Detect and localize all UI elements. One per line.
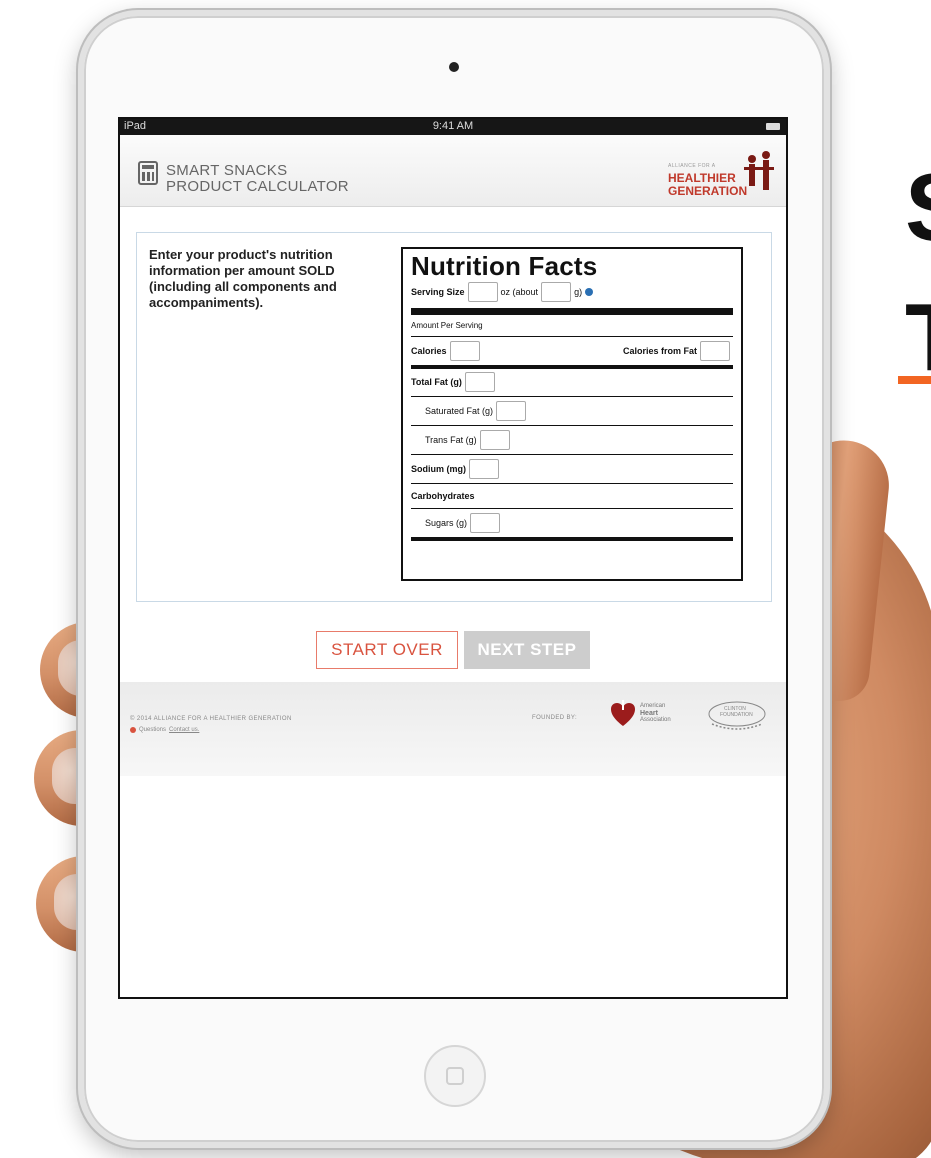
logo-line-2: GENERATION [668, 184, 748, 198]
copyright-text: © 2014 ALLIANCE FOR A HEALTHIER GENERATI… [130, 716, 292, 722]
calories-input[interactable] [449, 341, 480, 361]
action-buttons: START OVER NEXT STEP [120, 631, 786, 671]
nutrition-facts-panel: Nutrition Facts Serving Size oz (about g… [401, 247, 743, 581]
serving-size-row: Serving Size oz (about g) [411, 282, 733, 302]
calories-row: Calories Calories from Fat [411, 341, 733, 361]
divider [411, 396, 733, 397]
info-icon[interactable] [585, 288, 594, 296]
total-fat-input[interactable] [464, 372, 495, 392]
total-fat-label: Total Fat (g) [411, 377, 462, 387]
divider-medium [411, 365, 733, 369]
nutrition-facts-title: Nutrition Facts [411, 251, 598, 281]
serving-size-oz-input[interactable] [467, 282, 498, 302]
clinton-line-2: FOUNDATION [720, 712, 753, 718]
total-fat-row: Total Fat (g) [411, 372, 733, 392]
divider [411, 425, 733, 426]
oz-about-label: oz (about [500, 287, 539, 297]
people-figures-icon [744, 151, 774, 190]
trans-fat-label: Trans Fat (g) [425, 435, 477, 445]
divider-medium [411, 537, 733, 541]
saturated-fat-label: Saturated Fat (g) [425, 406, 494, 416]
grams-label: g) [574, 287, 583, 297]
divider [411, 454, 733, 455]
trans-fat-row: Trans Fat (g) [411, 430, 733, 450]
ipad-home-button[interactable] [424, 1045, 486, 1107]
aha-line-2: Heart [640, 710, 658, 717]
background-headline-letter-t: T [905, 290, 931, 386]
sodium-label: Sodium (mg) [411, 464, 466, 474]
carbohydrates-row: Carbohydrates [411, 491, 475, 501]
questions-line: Questions Contact us. [130, 727, 199, 733]
intro-instructions: Enter your product's nutrition informati… [149, 247, 337, 310]
page-footer: © 2014 ALLIANCE FOR A HEALTHIER GENERATI… [120, 682, 786, 776]
question-icon [130, 727, 136, 733]
sugars-label: Sugars (g) [425, 518, 468, 528]
ipad-screen: iPad 9:41 AM SMART SNACKS PRODUCT CALCUL… [118, 117, 788, 999]
serving-size-grams-input[interactable] [541, 282, 572, 302]
logo-small-text: ALLIANCE FOR A [668, 163, 716, 169]
app-title: SMART SNACKS PRODUCT CALCULATOR [166, 163, 349, 195]
divider [411, 336, 733, 337]
calories-from-fat-label: Calories from Fat [622, 346, 697, 356]
background-orange-underline [898, 376, 931, 384]
logo-line-1: HEALTHIER [668, 171, 736, 185]
trans-fat-input[interactable] [479, 430, 510, 450]
status-bar: iPad 9:41 AM [120, 119, 786, 135]
app-title-line-1: SMART SNACKS [166, 162, 288, 179]
saturated-fat-input[interactable] [496, 401, 527, 421]
contact-us-link[interactable]: Contact us. [169, 727, 199, 733]
healthier-generation-logo[interactable]: ALLIANCE FOR A HEALTHIER GENERATION [668, 151, 778, 209]
saturated-fat-row: Saturated Fat (g) [411, 401, 733, 421]
questions-label: Questions [139, 727, 167, 733]
divider [411, 508, 733, 509]
ipad-camera [449, 62, 459, 72]
calories-from-fat-input[interactable] [700, 341, 730, 361]
amount-per-serving: Amount Per Serving [411, 320, 483, 330]
sodium-row: Sodium (mg) [411, 459, 733, 479]
app-header: SMART SNACKS PRODUCT CALCULATOR ALLIANCE… [120, 135, 786, 207]
clinton-foundation-logo[interactable]: CLINTON FOUNDATION [706, 698, 768, 734]
battery-icon [766, 123, 780, 130]
divider [411, 483, 733, 484]
serving-size-label: Serving Size [411, 287, 465, 297]
divider-thick [411, 308, 733, 315]
next-step-button[interactable]: NEXT STEP [464, 631, 590, 669]
sodium-input[interactable] [469, 459, 499, 479]
founded-by-label: FOUNDED BY: [532, 715, 578, 721]
status-time: 9:41 AM [432, 120, 474, 132]
aha-line-3: Association [640, 717, 671, 723]
calculator-icon [138, 161, 158, 185]
heart-torch-icon [611, 700, 635, 726]
sugars-input[interactable] [470, 513, 501, 533]
sugars-row: Sugars (g) [411, 513, 733, 533]
calories-label: Calories [411, 346, 447, 356]
aha-line-1: American [640, 703, 666, 709]
american-heart-association-logo[interactable]: American Heart Association [640, 703, 671, 724]
start-over-button[interactable]: START OVER [316, 631, 458, 669]
background-headline-letter-s: S [905, 160, 931, 256]
nutrition-entry-card: Enter your product's nutrition informati… [136, 232, 772, 602]
app-title-line-2: PRODUCT CALCULATOR [166, 178, 349, 195]
